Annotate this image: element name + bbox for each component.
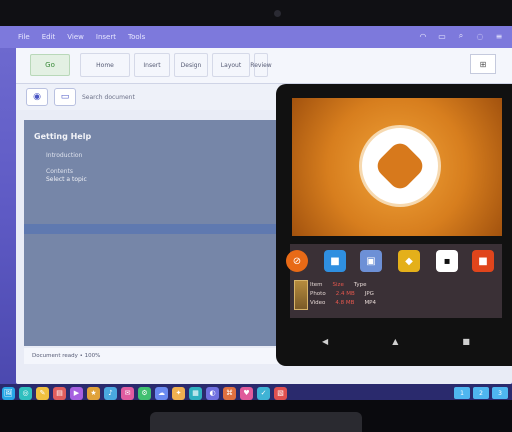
layout-button[interactable]: ⊞ (470, 54, 496, 74)
dock-app-icon[interactable]: ⌘ (223, 386, 236, 400)
toolbar-search-text[interactable]: Search document (82, 94, 135, 101)
dock-app-icon[interactable]: ▦ (189, 386, 202, 400)
list-cell: JPG (364, 290, 374, 297)
dock-app-icon[interactable]: ✉ (121, 386, 134, 400)
dock-app-icon[interactable]: ♪ (104, 386, 117, 400)
app-icon-6[interactable]: ■ (472, 250, 494, 272)
list-cell: MP4 (364, 299, 376, 306)
taskbar-dock: 🖼 ◎ ✎ ▤ ▶ ★ ♪ ✉ ⚙ ☁ ✦ ▦ ◐ ⌘ ♥ ✓ ▧ 1 2 3 (0, 384, 512, 400)
camera-icon (274, 10, 281, 17)
app-icon-5[interactable]: ▪ (436, 250, 458, 272)
file-list: Item Size Type Photo 2.4 MB JPG Video 4.… (310, 280, 500, 307)
secondary-toolbar: ◉ ▭ Search document (16, 84, 278, 110)
dock-app-icon[interactable]: ✓ (257, 386, 270, 400)
dock-app-icon[interactable]: ◎ (19, 386, 32, 400)
control-icon[interactable]: ◌ (475, 31, 485, 41)
grid-icon[interactable]: ▭ (54, 88, 76, 106)
device-stand (150, 412, 362, 432)
app-icon-2[interactable]: ■ (324, 250, 346, 272)
go-button[interactable]: Go (30, 54, 70, 76)
menu-insert[interactable]: Insert (96, 33, 116, 41)
menubar: File Edit View Insert Tools ◠ ▭ ⌕ ◌ ≡ (0, 26, 512, 48)
desktop-screen: File Edit View Insert Tools ◠ ▭ ⌕ ◌ ≡ Go… (0, 26, 512, 400)
dock-app-icon[interactable]: ▶ (70, 386, 83, 400)
app-icon-1[interactable]: ⊘ (286, 250, 308, 272)
tablet-device: ⊘ ■ ▣ ◆ ▪ ■ Item Size Type Photo 2.4 MB … (276, 84, 512, 366)
list-cell: Item (310, 281, 323, 288)
wifi-icon[interactable]: ◠ (418, 31, 428, 41)
menu-view[interactable]: View (67, 33, 84, 41)
battery-icon[interactable]: ▭ (437, 31, 447, 41)
dock-app-icon[interactable]: ⚙ (138, 386, 151, 400)
list-cell: Type (353, 281, 367, 288)
media-thumbnail[interactable] (294, 280, 308, 310)
dock-right-item[interactable]: 2 (473, 387, 489, 399)
ribbon-group-design[interactable]: Design (174, 53, 208, 77)
ribbon: Go Home Insert Design Layout Review ⊞ (16, 48, 512, 84)
menu-file[interactable]: File (18, 33, 30, 41)
list-cell: Video (310, 299, 326, 306)
menu-tools[interactable]: Tools (128, 33, 145, 41)
selection-band[interactable] (24, 224, 280, 234)
ribbon-group-insert[interactable]: Insert (134, 53, 170, 77)
list-item[interactable]: Photo 2.4 MB JPG (310, 289, 500, 298)
user-icon[interactable]: ◉ (26, 88, 48, 106)
dock-right-item[interactable]: 3 (492, 387, 508, 399)
document-title: Getting Help (34, 132, 92, 141)
ribbon-group-review[interactable]: Review (250, 53, 272, 77)
status-bar: Document ready • 100% (24, 348, 280, 364)
document-pane: Getting Help Introduction Contents Selec… (24, 120, 280, 346)
dock-app-icon[interactable]: ✦ (172, 386, 185, 400)
recents-icon[interactable]: ■ (462, 337, 470, 346)
dock-app-icon[interactable]: ▤ (53, 386, 66, 400)
dock-right-group: 1 2 3 (454, 387, 508, 399)
search-icon[interactable]: ⌕ (456, 31, 466, 41)
notification-icon[interactable]: ≡ (494, 31, 504, 41)
document-line-topic: Select a topic (46, 176, 87, 183)
dock-app-icon[interactable]: ✎ (36, 386, 49, 400)
menu-edit[interactable]: Edit (42, 33, 56, 41)
list-cell: 2.4 MB (335, 290, 355, 297)
tablet-nav-bar: ◀ ▲ ■ (290, 334, 502, 348)
ribbon-group-layout[interactable]: Layout (212, 53, 250, 77)
status-icons: ◠ ▭ ⌕ ◌ ≡ (418, 31, 504, 41)
back-icon[interactable]: ◀ (322, 337, 328, 346)
dock-app-icon[interactable]: ☁ (155, 386, 168, 400)
document-line-contents: Contents (46, 168, 73, 175)
dock-app-icon[interactable]: ◐ (206, 386, 219, 400)
document-subtitle: Introduction (46, 152, 83, 159)
list-item[interactable]: Video 4.8 MB MP4 (310, 298, 500, 307)
list-cell: Size (332, 281, 344, 288)
dock-app-icon[interactable]: ▧ (274, 386, 287, 400)
dock-right-item[interactable]: 1 (454, 387, 470, 399)
dock-app-icon[interactable]: ★ (87, 386, 100, 400)
list-cell: Photo (310, 290, 326, 297)
app-icon-3[interactable]: ▣ (360, 250, 382, 272)
list-item[interactable]: Item Size Type (310, 280, 500, 289)
home-icon[interactable]: ▲ (392, 337, 398, 346)
dock-app-icon[interactable]: ♥ (240, 386, 253, 400)
list-cell: 4.8 MB (335, 299, 355, 306)
ribbon-group-home[interactable]: Home (80, 53, 130, 77)
dock-app-icon[interactable]: 🖼 (2, 386, 15, 400)
app-icon-4[interactable]: ◆ (398, 250, 420, 272)
